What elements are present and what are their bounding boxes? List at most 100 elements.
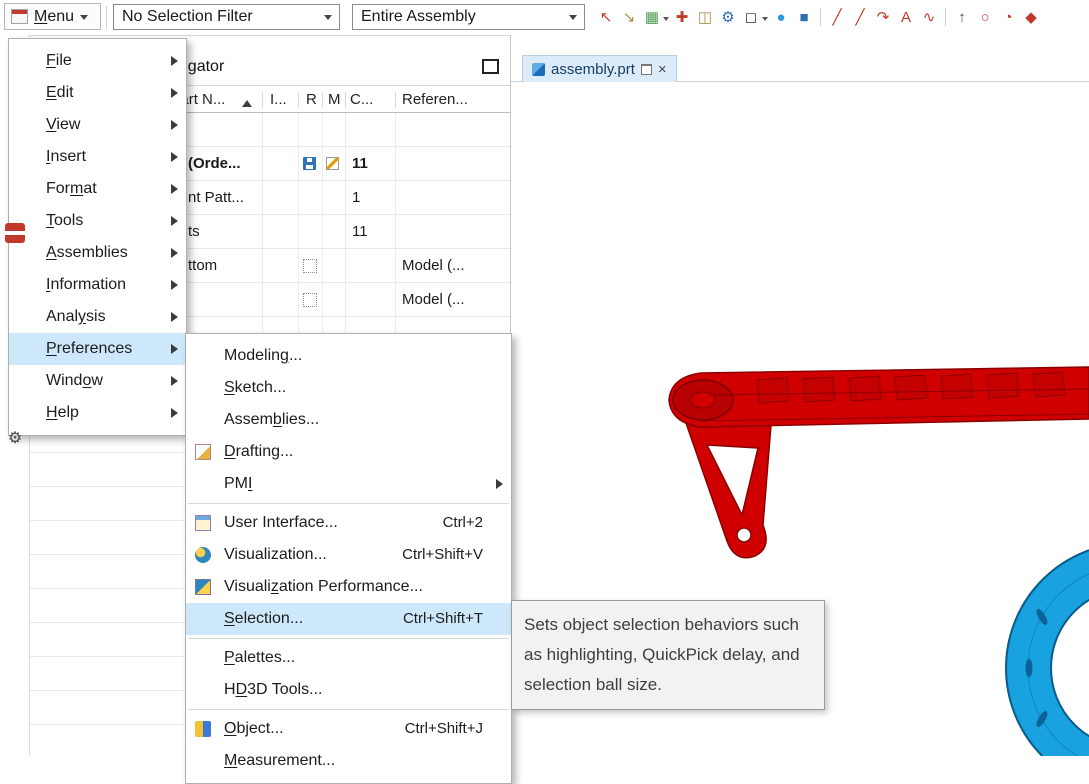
checkbox[interactable]: [303, 293, 317, 307]
sphere-display-icon[interactable]: ●: [771, 7, 791, 27]
red-part-gusset[interactable]: [684, 422, 772, 559]
menu-separator: [188, 638, 509, 639]
gear-icon[interactable]: ⚙: [718, 7, 738, 27]
menu-item-label: Assemblies: [46, 244, 128, 261]
row-name[interactable]: (Orde...: [188, 155, 241, 172]
menu-button[interactable]: Menu: [4, 3, 101, 30]
snap-point-on-curve-icon[interactable]: A: [896, 7, 916, 27]
menu-item-label: Tools: [46, 212, 84, 229]
submenu-item-modeling[interactable]: Modeling...: [186, 340, 511, 372]
window-icon[interactable]: [482, 59, 499, 74]
tab-assembly-prt[interactable]: assembly.prt ×: [522, 55, 677, 82]
column-reference[interactable]: Referen...: [402, 91, 468, 108]
snap-arc-center-icon[interactable]: ↑: [952, 7, 972, 27]
drafting-icon: [195, 444, 211, 460]
preferences-submenu: Modeling... Sketch... Assemblies... Draf…: [185, 333, 512, 784]
menu-item-file[interactable]: File: [9, 45, 186, 77]
submenu-item-pmi[interactable]: PMI: [186, 468, 511, 500]
snap-existing-point-icon[interactable]: ◔: [998, 7, 1018, 27]
menu-item-tools[interactable]: Tools: [9, 205, 186, 237]
row-name[interactable]: ts: [188, 223, 200, 240]
menu-item-help[interactable]: Help: [9, 397, 186, 429]
object-icon: [195, 721, 211, 737]
submenu-item-label: Drafting...: [224, 443, 294, 460]
selection-scope-value: Entire Assembly: [361, 8, 476, 25]
submenu-item-object[interactable]: Object... Ctrl+Shift+J: [186, 713, 511, 745]
snap-mid-point-icon[interactable]: ╱: [850, 7, 870, 27]
rectangle-select-icon[interactable]: ◻: [741, 7, 768, 27]
copy-windows-icon[interactable]: ◫: [695, 7, 715, 27]
snap-intersection-icon[interactable]: ◆: [1021, 7, 1041, 27]
submenu-item-visualization[interactable]: Visualization... Ctrl+Shift+V: [186, 539, 511, 571]
submenu-arrow-icon: [496, 479, 503, 489]
chevron-down-icon: [569, 15, 577, 24]
menu-item-label: File: [46, 52, 72, 69]
submenu-item-measurement[interactable]: Measurement...: [186, 745, 511, 777]
submenu-item-assemblies[interactable]: Assemblies...: [186, 404, 511, 436]
row-name[interactable]: nt Patt...: [188, 189, 244, 206]
close-icon[interactable]: ×: [658, 62, 667, 77]
column-divider: [395, 92, 396, 108]
menu-item-assemblies[interactable]: Assemblies: [9, 237, 186, 269]
reuse-library-icon[interactable]: [4, 222, 26, 244]
checkbox[interactable]: [303, 259, 317, 273]
submenu-item-label: Sketch...: [224, 379, 287, 396]
menu-item-window[interactable]: Window: [9, 365, 186, 397]
menu-item-edit[interactable]: Edit: [9, 77, 186, 109]
menu-item-label: View: [46, 116, 81, 133]
tooltip-text: Sets object selection behaviors such as …: [524, 615, 800, 694]
tab-label: assembly.prt: [551, 60, 635, 78]
column-readonly[interactable]: R: [306, 91, 317, 108]
user-interface-icon: [195, 515, 211, 531]
row-name[interactable]: ttom: [188, 257, 217, 274]
column-info[interactable]: I...: [270, 91, 287, 108]
menu-item-format[interactable]: Format: [9, 173, 186, 205]
plus-icon[interactable]: ✚: [672, 7, 692, 27]
submenu-item-selection[interactable]: Selection... Ctrl+Shift+T: [186, 603, 511, 635]
menu-item-preferences[interactable]: Preferences: [9, 333, 186, 365]
selection-filter-combo[interactable]: No Selection Filter: [113, 4, 340, 30]
menu-item-view[interactable]: View: [9, 109, 186, 141]
grid-options-icon[interactable]: ▦: [642, 7, 669, 27]
chevron-down-icon: [324, 15, 332, 24]
snap-quadrant-point-icon[interactable]: ○: [975, 7, 995, 27]
cube-display-icon[interactable]: ■: [794, 7, 814, 27]
submenu-arrow-icon: [171, 376, 178, 386]
submenu-item-user-interface[interactable]: User Interface... Ctrl+2: [186, 507, 511, 539]
snap-arc-icon[interactable]: ↷: [873, 7, 893, 27]
column-divider: [298, 92, 299, 108]
history-icon[interactable]: ⚙: [4, 427, 26, 449]
submenu-arrow-icon: [171, 88, 178, 98]
deselect-arrow-icon[interactable]: ↘: [619, 7, 639, 27]
submenu-item-visualization-performance[interactable]: Visualization Performance...: [186, 571, 511, 603]
submenu-arrow-icon: [171, 280, 178, 290]
chevron-down-icon: [80, 14, 89, 24]
submenu-item-label: HD3D Tools...: [224, 681, 323, 698]
snap-end-point-icon[interactable]: ╱: [827, 7, 847, 27]
row-count: 11: [352, 155, 368, 172]
submenu-item-label: Modeling...: [224, 347, 303, 364]
sort-ascending-icon: [242, 95, 252, 107]
restore-icon[interactable]: [640, 63, 652, 75]
menu-separator: [188, 709, 509, 710]
rectangle-glyph: ◻: [744, 9, 758, 26]
column-count[interactable]: C...: [350, 91, 373, 108]
submenu-item-drafting[interactable]: Drafting...: [186, 436, 511, 468]
menu-item-label: Analysis: [46, 308, 106, 325]
selection-scope-combo[interactable]: Entire Assembly: [352, 4, 585, 30]
submenu-item-sketch[interactable]: Sketch...: [186, 372, 511, 404]
menu-item-insert[interactable]: Insert: [9, 141, 186, 173]
submenu-item-palettes[interactable]: Palettes...: [186, 642, 511, 674]
red-part-boss-center: [690, 391, 716, 409]
visualization-icon: [195, 547, 211, 563]
column-divider: [345, 92, 346, 108]
select-arrow-icon[interactable]: ↖: [596, 7, 616, 27]
snap-tangent-point-icon[interactable]: ∿: [919, 7, 939, 27]
visualization-performance-icon: [195, 579, 211, 595]
menu-item-analysis[interactable]: Analysis: [9, 301, 186, 333]
column-modified[interactable]: M: [328, 91, 341, 108]
modified-icon: [326, 157, 339, 170]
submenu-item-hd3d-tools[interactable]: HD3D Tools...: [186, 674, 511, 706]
menu-separator: [188, 503, 509, 504]
menu-item-information[interactable]: Information: [9, 269, 186, 301]
